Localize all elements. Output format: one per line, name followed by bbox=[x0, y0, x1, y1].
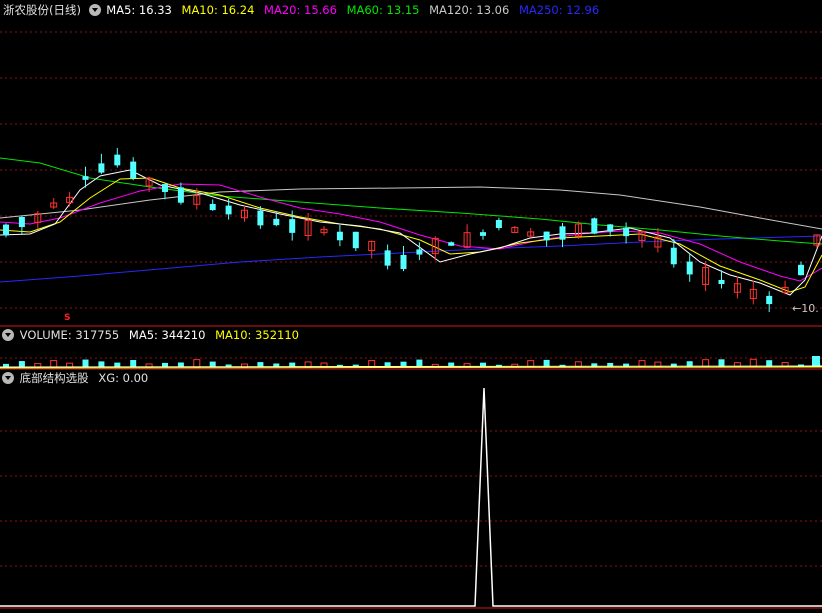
ma5-legend: MA5: 16.33 bbox=[106, 3, 172, 17]
indicator-name: 底部结构选股 bbox=[19, 371, 89, 385]
candle-body-down bbox=[448, 242, 455, 246]
candle-body-down bbox=[686, 261, 693, 275]
candle-body-down bbox=[352, 231, 359, 249]
candle-body-down bbox=[18, 216, 25, 228]
ma120-legend: MA120: 13.06 bbox=[429, 3, 510, 17]
volume-bar-down bbox=[416, 359, 423, 367]
ma60-legend: MA60: 13.15 bbox=[346, 3, 420, 17]
volume-bar-up bbox=[368, 360, 376, 368]
candle-body-down bbox=[209, 203, 216, 211]
ma250-legend: MA250: 12.96 bbox=[518, 3, 600, 17]
volume-bar-up bbox=[50, 360, 58, 368]
indicator-toggle-icon[interactable] bbox=[2, 371, 14, 384]
ma20-line bbox=[0, 183, 822, 282]
candle-body-down bbox=[225, 205, 232, 215]
low-arrow: ← bbox=[792, 302, 802, 315]
candle-body-down bbox=[718, 279, 725, 285]
ma10-line bbox=[0, 177, 822, 293]
ma10-legend: MA10: 16.24 bbox=[181, 3, 255, 17]
candle-body-down bbox=[670, 247, 677, 265]
candle-body-down bbox=[559, 226, 566, 240]
candle-body-down bbox=[82, 176, 89, 180]
volume-bar-down bbox=[209, 361, 216, 367]
volume-bar-down bbox=[98, 361, 105, 367]
volume-bar-down bbox=[18, 361, 25, 367]
signal-marker: S bbox=[64, 313, 71, 323]
main-toggle-icon[interactable] bbox=[88, 3, 101, 16]
candle-body-down bbox=[400, 254, 407, 270]
candle-body-down bbox=[3, 224, 9, 236]
candle-body-down bbox=[766, 295, 773, 305]
main-legend: 浙农股份(日线) MA5: 16.33 MA10: 16.24 MA20: 15… bbox=[0, 1, 605, 19]
candle-body-down bbox=[177, 187, 184, 203]
candle-body-down bbox=[273, 218, 280, 226]
candle-body-down bbox=[591, 218, 598, 234]
kline-chart[interactable] bbox=[0, 0, 822, 613]
candle-body-down bbox=[289, 219, 296, 233]
volume-ma5: MA5: 344210 bbox=[128, 328, 206, 342]
indicator-legend: 底部结构选股 XG: 0.00 bbox=[0, 369, 154, 387]
candle-body-down bbox=[257, 210, 264, 226]
candle-body-down bbox=[416, 249, 423, 255]
volume-bar-up bbox=[193, 359, 201, 368]
volume-ma10: MA10: 352110 bbox=[215, 328, 299, 342]
candle-body-down bbox=[98, 163, 105, 173]
candle-body-down bbox=[130, 161, 137, 179]
ma250-line bbox=[0, 235, 822, 283]
stock-title: 浙农股份(日线) bbox=[3, 3, 81, 17]
volume-value: VOLUME: 317755 bbox=[19, 328, 120, 342]
ma20-legend: MA20: 15.66 bbox=[264, 3, 337, 17]
candle-body-down bbox=[336, 231, 343, 241]
indicator-xg: XG: 0.00 bbox=[98, 371, 149, 385]
low-price-text: 10. bbox=[801, 302, 819, 315]
volume-bar-down bbox=[82, 359, 89, 367]
volume-bar-down bbox=[130, 360, 137, 367]
candle-body-down bbox=[543, 231, 550, 241]
volume-legend: VOLUME: 317755 MA5: 344210 MA10: 352110 bbox=[0, 326, 305, 344]
candle-body-down bbox=[384, 250, 391, 266]
candle-body-down bbox=[495, 220, 502, 228]
candle-body-down bbox=[607, 224, 614, 232]
candle-body-down bbox=[623, 227, 630, 237]
candle-body-down bbox=[162, 184, 168, 192]
xg-indicator-line bbox=[0, 387, 822, 607]
low-price-marker: ←10. bbox=[792, 302, 819, 315]
ma120-line bbox=[0, 186, 822, 230]
candle-body-down bbox=[798, 264, 804, 276]
candle-body-down bbox=[480, 232, 486, 236]
candle-body-down bbox=[114, 154, 121, 166]
volume-toggle-icon[interactable] bbox=[2, 328, 14, 341]
volume-bar-down bbox=[812, 356, 820, 367]
volume-bar-down bbox=[114, 362, 121, 367]
